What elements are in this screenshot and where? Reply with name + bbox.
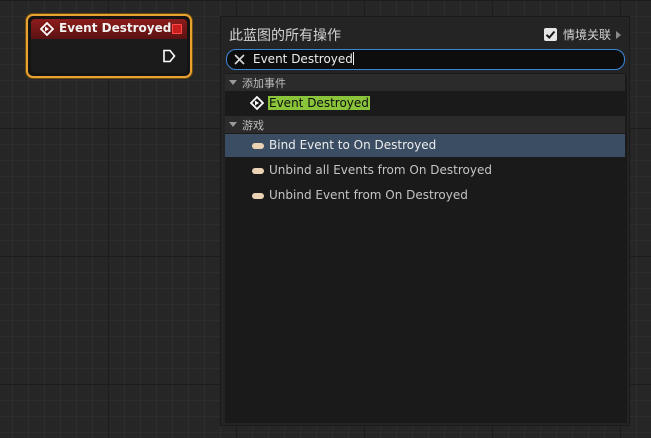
list-item-label: Unbind Event from On Destroyed xyxy=(269,188,468,202)
event-destroyed-node[interactable]: Event Destroyed xyxy=(26,14,192,78)
list-item-label: Unbind all Events from On Destroyed xyxy=(269,163,492,177)
search-input[interactable]: Event Destroyed xyxy=(226,49,625,70)
chevron-right-icon[interactable] xyxy=(616,30,621,39)
context-sensitive-label: 情境关联 xyxy=(562,28,611,42)
search-text[interactable]: Event Destroyed xyxy=(253,52,354,66)
context-sensitive-checkbox[interactable] xyxy=(543,28,557,41)
list-item-unbind-event[interactable]: Unbind Event from On Destroyed xyxy=(225,184,625,207)
action-list: 添加事件 Event Destroyed 游戏 Bind Event to On… xyxy=(225,73,627,423)
check-icon xyxy=(545,30,556,39)
clear-icon[interactable] xyxy=(234,54,245,65)
list-item-event-destroyed[interactable]: Event Destroyed xyxy=(225,92,625,115)
event-icon xyxy=(250,96,264,110)
delegate-pin-icon[interactable] xyxy=(172,24,182,34)
search-value: Event Destroyed xyxy=(253,52,353,66)
delegate-icon xyxy=(252,168,264,174)
expand-arrow-icon[interactable] xyxy=(229,122,237,127)
exec-pin-icon[interactable] xyxy=(162,49,176,63)
delegate-icon xyxy=(252,193,264,199)
category-game[interactable]: 游戏 xyxy=(225,116,625,133)
list-item-label: Event Destroyed xyxy=(268,96,370,110)
category-add-event[interactable]: 添加事件 xyxy=(225,74,625,91)
category-label: 添加事件 xyxy=(242,77,286,90)
menu-title: 此蓝图的所有操作 xyxy=(229,28,341,44)
node-body xyxy=(31,39,187,73)
category-label: 游戏 xyxy=(242,119,264,132)
delegate-icon xyxy=(252,143,264,149)
list-item-unbind-all[interactable]: Unbind all Events from On Destroyed xyxy=(225,159,625,182)
node-header[interactable]: Event Destroyed xyxy=(31,19,187,39)
event-icon xyxy=(40,22,54,36)
action-menu: 此蓝图的所有操作 情境关联 Event Destroyed 添加事件 Event… xyxy=(220,16,630,426)
list-item-label: Bind Event to On Destroyed xyxy=(269,138,437,152)
list-item-bind-event[interactable]: Bind Event to On Destroyed xyxy=(225,134,625,157)
expand-arrow-icon[interactable] xyxy=(229,80,237,85)
context-sensitive-toggle[interactable]: 情境关联 xyxy=(543,26,621,43)
node-title: Event Destroyed xyxy=(59,21,172,35)
text-caret xyxy=(352,52,354,65)
